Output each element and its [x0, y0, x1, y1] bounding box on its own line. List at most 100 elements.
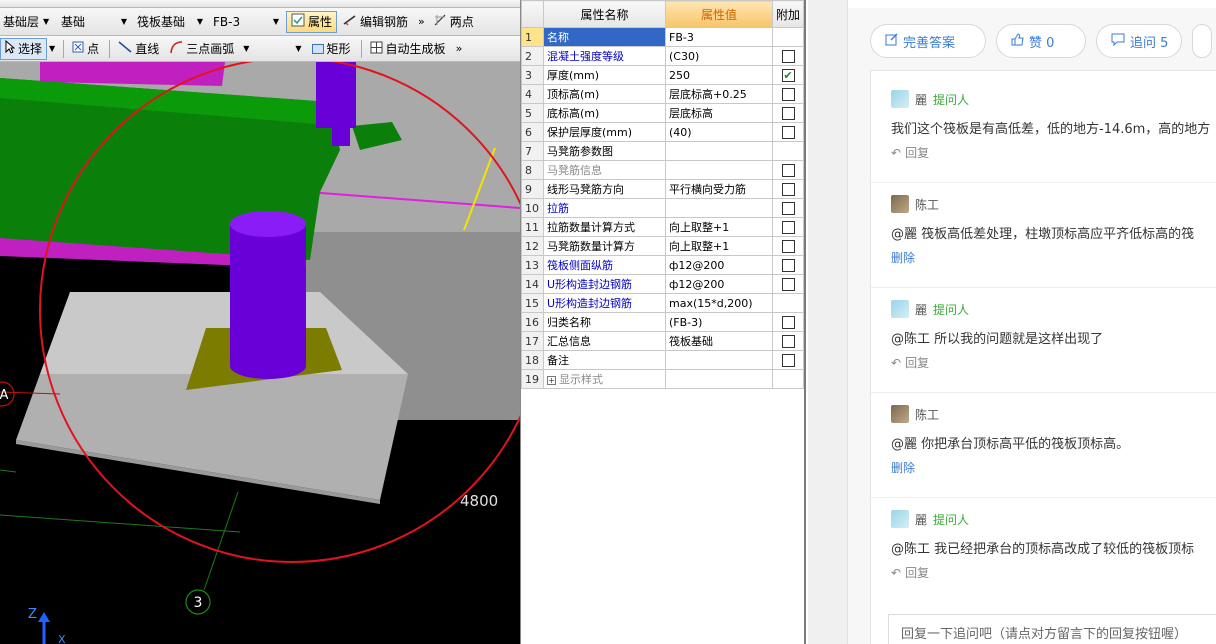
- delete-link[interactable]: 删除: [891, 249, 1216, 266]
- reply-link[interactable]: ↶ 回复: [891, 144, 1216, 161]
- more-button-partial[interactable]: [1192, 24, 1212, 58]
- property-row[interactable]: 8 马凳筋信息: [521, 160, 804, 180]
- comment-username[interactable]: 陈工: [915, 196, 939, 213]
- component-name-select[interactable]: FB-3 ▼: [210, 12, 282, 32]
- point-button[interactable]: 点: [68, 38, 103, 60]
- avatar[interactable]: [891, 195, 909, 213]
- checkbox[interactable]: [781, 106, 795, 120]
- checkbox[interactable]: [781, 315, 795, 329]
- property-extra-header[interactable]: 附加: [772, 0, 804, 28]
- checkbox[interactable]: [781, 201, 795, 215]
- property-value-cell[interactable]: ф12@200: [665, 255, 773, 275]
- property-value-cell[interactable]: 层底标高: [665, 103, 773, 123]
- property-name-cell[interactable]: 底标高(m): [543, 103, 666, 123]
- arc-button[interactable]: 三点画弧 ▼: [165, 38, 253, 60]
- property-value-cell[interactable]: [665, 198, 773, 218]
- checked-checkbox[interactable]: ✔: [781, 68, 795, 82]
- checkbox[interactable]: [781, 49, 795, 63]
- property-name-cell[interactable]: 筏板侧面纵筋: [543, 255, 666, 275]
- property-value-cell[interactable]: ф12@200: [665, 274, 773, 294]
- properties-button[interactable]: 属性: [286, 10, 338, 33]
- edit-rebar-button[interactable]: 编辑钢筋: [339, 11, 412, 33]
- comment-username[interactable]: 麗: [915, 511, 927, 528]
- toolbar-overflow-icon[interactable]: »: [456, 42, 463, 55]
- property-value-cell[interactable]: [665, 160, 773, 180]
- auto-generate-slab-button[interactable]: 自动生成板: [366, 38, 450, 60]
- checkbox[interactable]: [781, 334, 795, 348]
- reply-input[interactable]: 回复一下追问吧（请点对方留言下的回复按钮喔）: [888, 614, 1216, 644]
- select-button[interactable]: 选择: [0, 37, 48, 60]
- property-value-cell[interactable]: [665, 350, 773, 370]
- property-value-cell[interactable]: 向上取整+1: [665, 236, 773, 256]
- property-name-cell[interactable]: 保护层厚度(mm): [543, 122, 666, 142]
- property-row[interactable]: 4 顶标高(m) 层底标高+0.25: [521, 84, 804, 104]
- property-row[interactable]: 1 名称 FB-3: [521, 27, 804, 47]
- component-type-select[interactable]: 筏板基础 ▼: [134, 12, 206, 32]
- 3d-viewport[interactable]: 3 A 4800 Z X: [0, 57, 520, 644]
- property-value-cell[interactable]: (C30): [665, 46, 773, 66]
- property-name-cell[interactable]: 马凳筋参数图: [543, 141, 666, 161]
- property-value-cell[interactable]: 250: [665, 65, 773, 85]
- avatar[interactable]: [891, 405, 909, 423]
- two-point-button[interactable]: 两点: [429, 11, 478, 33]
- checkbox[interactable]: [781, 277, 795, 291]
- reply-link[interactable]: ↶ 回复: [891, 354, 1216, 371]
- property-row[interactable]: 18 备注: [521, 350, 804, 370]
- checkbox[interactable]: [781, 182, 795, 196]
- property-value-cell[interactable]: 平行横向受力筋: [665, 179, 773, 199]
- checkbox[interactable]: [781, 220, 795, 234]
- category-select[interactable]: 基础 ▼: [58, 12, 130, 32]
- layer-select[interactable]: 基础层 ▼: [0, 12, 54, 32]
- property-row[interactable]: 12 马凳筋数量计算方 向上取整+1: [521, 236, 804, 256]
- property-name-cell[interactable]: U形构造封边钢筋: [543, 293, 666, 313]
- property-name-cell[interactable]: 名称: [543, 27, 666, 47]
- property-value-cell[interactable]: [665, 141, 773, 161]
- property-name-header[interactable]: 属性名称: [543, 0, 666, 28]
- property-value-cell[interactable]: 筏板基础: [665, 331, 773, 351]
- property-row[interactable]: 10 拉筋: [521, 198, 804, 218]
- property-row[interactable]: 14 U形构造封边钢筋 ф12@200: [521, 274, 804, 294]
- property-name-cell[interactable]: + 显示样式: [543, 369, 666, 389]
- checkbox[interactable]: [781, 163, 795, 177]
- property-value-cell[interactable]: (40): [665, 122, 773, 142]
- avatar[interactable]: [891, 90, 909, 108]
- property-name-cell[interactable]: 线形马凳筋方向: [543, 179, 666, 199]
- property-name-cell[interactable]: 顶标高(m): [543, 84, 666, 104]
- property-value-cell[interactable]: max(15*d,200): [665, 293, 773, 313]
- property-row[interactable]: 11 拉筋数量计算方式 向上取整+1: [521, 217, 804, 237]
- checkbox[interactable]: [781, 125, 795, 139]
- expand-icon[interactable]: +: [547, 376, 556, 385]
- property-row[interactable]: 15 U形构造封边钢筋 max(15*d,200): [521, 293, 804, 313]
- comment-username[interactable]: 陈工: [915, 406, 939, 423]
- improve-answer-button[interactable]: 完善答案: [870, 24, 986, 58]
- property-name-cell[interactable]: U形构造封边钢筋: [543, 274, 666, 294]
- property-row[interactable]: 6 保护层厚度(mm) (40): [521, 122, 804, 142]
- property-value-cell[interactable]: [665, 369, 773, 389]
- property-name-cell[interactable]: 马凳筋数量计算方: [543, 236, 666, 256]
- checkbox[interactable]: [781, 258, 795, 272]
- property-name-cell[interactable]: 备注: [543, 350, 666, 370]
- property-name-cell[interactable]: 拉筋数量计算方式: [543, 217, 666, 237]
- chevron-down-icon[interactable]: ▼: [49, 44, 55, 53]
- property-row[interactable]: 13 筏板侧面纵筋 ф12@200: [521, 255, 804, 275]
- property-name-cell[interactable]: 混凝土强度等级: [543, 46, 666, 66]
- checkbox[interactable]: [781, 239, 795, 253]
- property-row[interactable]: 5 底标高(m) 层底标高: [521, 103, 804, 123]
- avatar[interactable]: [891, 300, 909, 318]
- avatar[interactable]: [891, 510, 909, 528]
- property-value-cell[interactable]: FB-3: [665, 27, 773, 47]
- line-button[interactable]: 直线: [114, 38, 163, 60]
- property-row[interactable]: 17 汇总信息 筏板基础: [521, 331, 804, 351]
- property-row[interactable]: 9 线形马凳筋方向 平行横向受力筋: [521, 179, 804, 199]
- like-button[interactable]: 赞 0: [996, 24, 1086, 58]
- checkbox[interactable]: [781, 353, 795, 367]
- property-value-cell[interactable]: (FB-3): [665, 312, 773, 332]
- property-name-cell[interactable]: 汇总信息: [543, 331, 666, 351]
- property-row[interactable]: 16 归类名称 (FB-3): [521, 312, 804, 332]
- property-name-cell[interactable]: 马凳筋信息: [543, 160, 666, 180]
- chevron-down-icon[interactable]: ▼: [295, 44, 301, 53]
- toolbar-overflow-icon[interactable]: »: [418, 15, 425, 28]
- property-value-cell[interactable]: 层底标高+0.25: [665, 84, 773, 104]
- property-value-cell[interactable]: 向上取整+1: [665, 217, 773, 237]
- property-name-cell[interactable]: 拉筋: [543, 198, 666, 218]
